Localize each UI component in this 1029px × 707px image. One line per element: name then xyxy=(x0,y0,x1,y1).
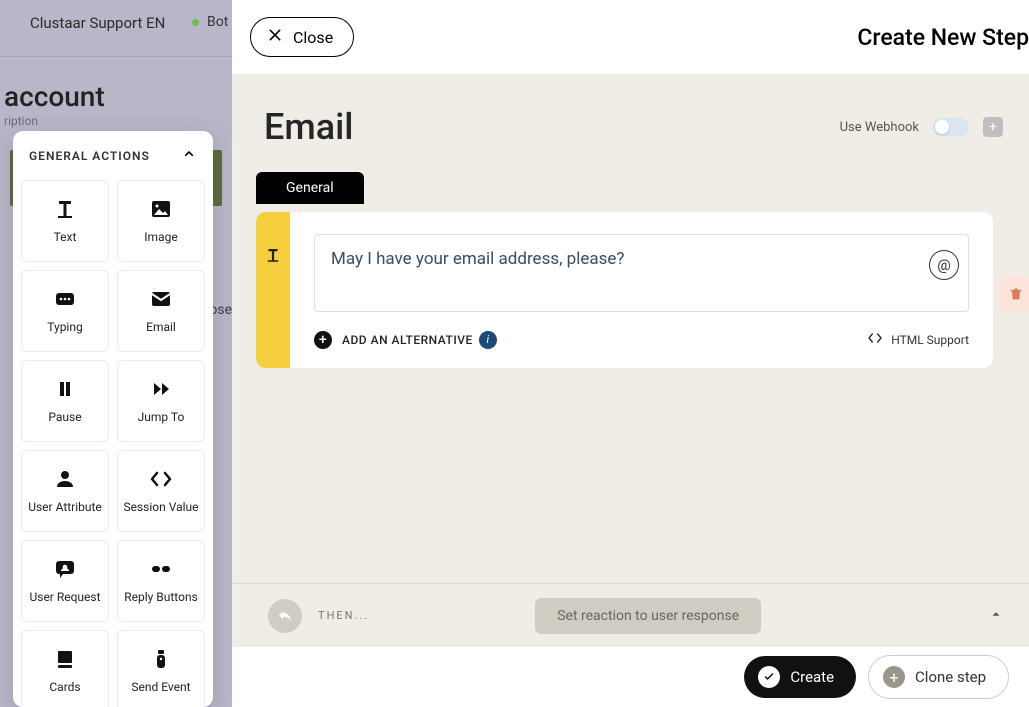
typing-icon xyxy=(53,287,77,311)
panel-header-title: Create New Step xyxy=(857,24,1029,51)
close-button[interactable]: Close xyxy=(250,17,354,57)
create-label: Create xyxy=(790,668,834,686)
action-reply-buttons[interactable]: Reply Buttons xyxy=(117,540,205,622)
action-user-request[interactable]: User Request xyxy=(21,540,109,622)
add-alt-label: ADD AN ALTERNATIVE xyxy=(342,333,473,347)
action-label: Text xyxy=(50,231,81,244)
action-label: Cards xyxy=(45,681,84,694)
clone-step-button[interactable]: + Clone step xyxy=(868,655,1009,699)
jump-icon xyxy=(149,377,173,401)
action-label: Typing xyxy=(43,321,86,334)
page-subheading: ription xyxy=(4,114,38,128)
text-icon xyxy=(264,246,282,268)
action-label: Pause xyxy=(44,411,85,424)
html-support-label: HTML Support xyxy=(891,333,969,347)
bot-status-label: Bot xyxy=(207,14,228,30)
action-label: User Request xyxy=(25,591,104,604)
action-pause[interactable]: Pause xyxy=(21,360,109,442)
card-type-stripe xyxy=(256,212,290,368)
action-jump-to[interactable]: Jump To xyxy=(117,360,205,442)
action-email[interactable]: Email xyxy=(117,270,205,352)
action-user-attribute[interactable]: User Attribute xyxy=(21,450,109,532)
clone-label: Clone step xyxy=(915,668,986,686)
action-label: Session Value xyxy=(119,501,202,514)
action-cards[interactable]: Cards xyxy=(21,630,109,707)
card-main: + ADD AN ALTERNATIVE i HTML Support xyxy=(290,212,993,368)
actions-header[interactable]: GENERAL ACTIONS xyxy=(13,131,213,180)
action-text[interactable]: Text xyxy=(21,180,109,262)
tab-row: General xyxy=(232,172,1029,204)
actions-panel: GENERAL ACTIONS Text Image Typing Email … xyxy=(13,131,213,707)
code-icon xyxy=(867,330,883,349)
body-header: Email Use Webhook + xyxy=(232,74,1029,172)
action-label: Image xyxy=(140,231,181,244)
variable-insert-button[interactable]: @ xyxy=(929,250,959,280)
page-heading: account xyxy=(4,80,105,113)
panel-body: Email Use Webhook + General xyxy=(232,74,1029,707)
then-label: THEN... xyxy=(318,609,369,622)
text-icon xyxy=(53,197,77,221)
footer-actions: Create + Clone step xyxy=(232,647,1029,707)
action-typing[interactable]: Typing xyxy=(21,270,109,352)
create-step-panel: Close Create New Step Email Use Webhook … xyxy=(232,0,1029,707)
user-req-icon xyxy=(53,557,77,581)
action-label: Reply Buttons xyxy=(120,591,202,604)
delete-card-button[interactable] xyxy=(999,276,1029,312)
action-session-value[interactable]: Session Value xyxy=(117,450,205,532)
set-reaction-button[interactable]: Set reaction to user response xyxy=(535,598,761,634)
message-card: + ADD AN ALTERNATIVE i HTML Support xyxy=(256,212,993,368)
check-icon xyxy=(758,666,780,688)
status-dot-icon xyxy=(192,19,199,26)
action-label: User Attribute xyxy=(24,501,106,514)
info-icon[interactable]: i xyxy=(479,331,497,349)
email-icon xyxy=(149,287,173,311)
html-support-button[interactable]: HTML Support xyxy=(867,330,969,349)
add-alternative-button[interactable]: + ADD AN ALTERNATIVE xyxy=(314,331,473,349)
close-label: Close xyxy=(293,28,333,47)
close-icon xyxy=(267,27,283,47)
cards-icon xyxy=(53,647,77,671)
plus-icon: + xyxy=(314,331,332,349)
create-button[interactable]: Create xyxy=(744,656,856,698)
actions-grid: Text Image Typing Email Pause Jump To Us… xyxy=(13,180,213,707)
session-icon xyxy=(149,467,173,491)
action-image[interactable]: Image xyxy=(117,180,205,262)
image-icon xyxy=(149,197,173,221)
reaction-bar: THEN... Set reaction to user response xyxy=(232,583,1029,647)
action-send-event[interactable]: Send Event xyxy=(117,630,205,707)
chevron-up-icon[interactable] xyxy=(181,146,197,165)
webhook-label: Use Webhook xyxy=(840,120,919,135)
pause-icon xyxy=(53,377,77,401)
reply-icon xyxy=(268,599,302,633)
app-name: Clustaar Support EN xyxy=(30,14,165,32)
action-label: Send Event xyxy=(127,681,194,694)
step-title: Email xyxy=(264,106,353,148)
action-label: Jump To xyxy=(134,411,189,424)
user-attr-icon xyxy=(53,467,77,491)
actions-title: GENERAL ACTIONS xyxy=(29,149,150,163)
webhook-controls: Use Webhook + xyxy=(840,117,1003,137)
bot-status: Bot xyxy=(192,14,228,30)
send-event-icon xyxy=(149,647,173,671)
action-label: Email xyxy=(142,321,180,334)
webhook-toggle[interactable] xyxy=(933,118,969,136)
plus-icon: + xyxy=(883,666,905,688)
card-footer: + ADD AN ALTERNATIVE i HTML Support xyxy=(314,330,969,349)
message-card-wrap: + ADD AN ALTERNATIVE i HTML Support @ xyxy=(232,204,1029,368)
message-textarea[interactable] xyxy=(314,234,969,312)
panel-topbar: Close Create New Step xyxy=(232,0,1029,74)
collapse-caret-icon[interactable] xyxy=(989,606,1003,625)
reply-icon xyxy=(149,557,173,581)
tab-general[interactable]: General xyxy=(256,172,364,204)
add-webhook-button[interactable]: + xyxy=(983,117,1003,137)
